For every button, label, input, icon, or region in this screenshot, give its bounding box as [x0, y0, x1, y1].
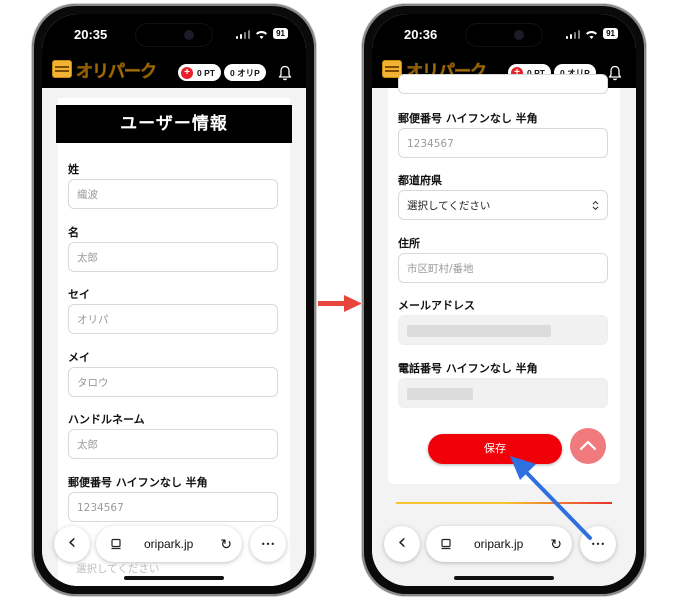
phone-screen-right: 20:36 91 オリパーク + 0 PT 0 オリP 郵便番号 ハイフンなし … — [372, 14, 636, 586]
last-name-input[interactable]: 織波 — [68, 179, 278, 209]
phone-field-readonly — [398, 378, 608, 408]
redacted-phone-bar — [407, 388, 473, 400]
more-icon: ••• — [260, 539, 276, 549]
url-bar[interactable]: oripark.jp ↻ — [96, 526, 242, 562]
app-header: オリパーク + 0 PT 0 オリP — [42, 52, 306, 88]
chevron-up-down-icon — [592, 200, 599, 211]
phone-screen-left: 20:35 91 オリパーク + 0 PT 0 オリP ユーザー情報 姓 織波 … — [42, 14, 306, 586]
treasure-box-icon — [52, 60, 72, 78]
scroll-top-button[interactable] — [570, 428, 606, 464]
chevron-up-icon — [579, 440, 597, 451]
field-label-last-name-kana: セイ — [68, 288, 90, 301]
home-indicator — [124, 576, 224, 580]
reload-icon[interactable]: ↻ — [550, 536, 562, 553]
browser-toolbar: ‹ oripark.jp ↻ ••• — [372, 522, 636, 586]
reload-icon[interactable]: ↻ — [220, 536, 232, 553]
field-label-prefecture: 都道府県 — [398, 174, 442, 187]
field-label-first-name-kana: メイ — [68, 351, 90, 364]
field-label-handle-name: ハンドルネーム — [68, 413, 145, 426]
chevron-left-icon: ‹ — [397, 529, 407, 555]
more-icon: ••• — [590, 539, 606, 549]
battery-icon: 91 — [603, 28, 618, 39]
home-indicator — [454, 576, 554, 580]
points-value: 0 PT — [197, 67, 215, 78]
chevron-left-icon: ‹ — [67, 529, 77, 555]
postal-code-input[interactable]: 1234567 — [398, 128, 608, 158]
postal-code-input[interactable]: 1234567 — [68, 492, 278, 522]
page-content: ユーザー情報 姓 織波 名 太郎 セイ オリパ メイ タロウ ハンドルネーム 太… — [42, 88, 306, 586]
status-icons: 91 — [236, 28, 288, 39]
more-button[interactable]: ••• — [580, 526, 616, 562]
tabs-icon[interactable] — [440, 538, 452, 550]
dynamic-island — [466, 24, 542, 46]
first-name-input[interactable]: 太郎 — [68, 242, 278, 272]
previous-input-cutoff[interactable] — [398, 74, 608, 94]
wifi-icon — [256, 30, 268, 39]
field-label-last-name: 姓 — [68, 163, 79, 176]
dynamic-island — [136, 24, 212, 46]
status-time: 20:36 — [404, 27, 438, 42]
page-title: ユーザー情報 — [56, 105, 292, 143]
url-bar[interactable]: oripark.jp ↻ — [426, 526, 572, 562]
field-label-postal-code: 郵便番号 ハイフンなし 半角 — [398, 112, 538, 125]
back-button[interactable]: ‹ — [384, 526, 420, 562]
field-label-address: 住所 — [398, 237, 420, 250]
url-text: oripark.jp — [144, 537, 194, 551]
signal-icon — [236, 29, 251, 39]
oripa-points-value: 0 オリP — [230, 67, 260, 78]
footer-divider — [396, 502, 612, 504]
bell-icon[interactable] — [278, 65, 292, 81]
handle-name-input[interactable]: 太郎 — [68, 429, 278, 459]
redacted-email-bar — [407, 325, 551, 337]
url-text: oripark.jp — [474, 537, 524, 551]
right-arrow-icon — [318, 295, 362, 312]
address-input[interactable]: 市区町村/番地 — [398, 253, 608, 283]
status-bar: 20:36 91 — [372, 14, 636, 52]
status-time: 20:35 — [74, 27, 108, 42]
plus-icon: + — [181, 66, 193, 79]
email-field-readonly — [398, 315, 608, 345]
phone-frame-right: 20:36 91 オリパーク + 0 PT 0 オリP 郵便番号 ハイフンなし … — [362, 4, 646, 596]
battery-icon: 91 — [273, 28, 288, 39]
page-content: 郵便番号 ハイフンなし 半角 1234567 都道府県 選択してください 住所 … — [372, 74, 636, 586]
field-label-first-name: 名 — [68, 226, 79, 239]
status-bar: 20:35 91 — [42, 14, 306, 52]
more-button[interactable]: ••• — [250, 526, 286, 562]
field-label-email: メールアドレス — [398, 299, 475, 312]
back-button[interactable]: ‹ — [54, 526, 90, 562]
field-label-postal-code: 郵便番号 ハイフンなし 半角 — [68, 476, 208, 489]
prefecture-select[interactable]: 選択してください — [398, 190, 608, 220]
oripa-points-pill[interactable]: 0 オリP — [224, 64, 266, 81]
signal-icon — [566, 29, 581, 39]
last-name-kana-input[interactable]: オリパ — [68, 304, 278, 334]
phone-frame-left: 20:35 91 オリパーク + 0 PT 0 オリP ユーザー情報 姓 織波 … — [32, 4, 316, 596]
tabs-icon[interactable] — [110, 538, 122, 550]
app-logo-text: オリパーク — [76, 61, 158, 82]
save-button[interactable]: 保存 — [428, 434, 562, 464]
points-pill[interactable]: + 0 PT — [178, 64, 221, 81]
prefecture-select-value: 選択してください — [407, 200, 491, 212]
field-label-phone: 電話番号 ハイフンなし 半角 — [398, 362, 538, 375]
browser-toolbar: ‹ oripark.jp ↻ ••• — [42, 522, 306, 586]
status-icons: 91 — [566, 28, 618, 39]
bell-icon[interactable] — [608, 65, 622, 81]
first-name-kana-input[interactable]: タロウ — [68, 367, 278, 397]
wifi-icon — [586, 30, 598, 39]
app-logo[interactable]: オリパーク — [52, 57, 158, 82]
